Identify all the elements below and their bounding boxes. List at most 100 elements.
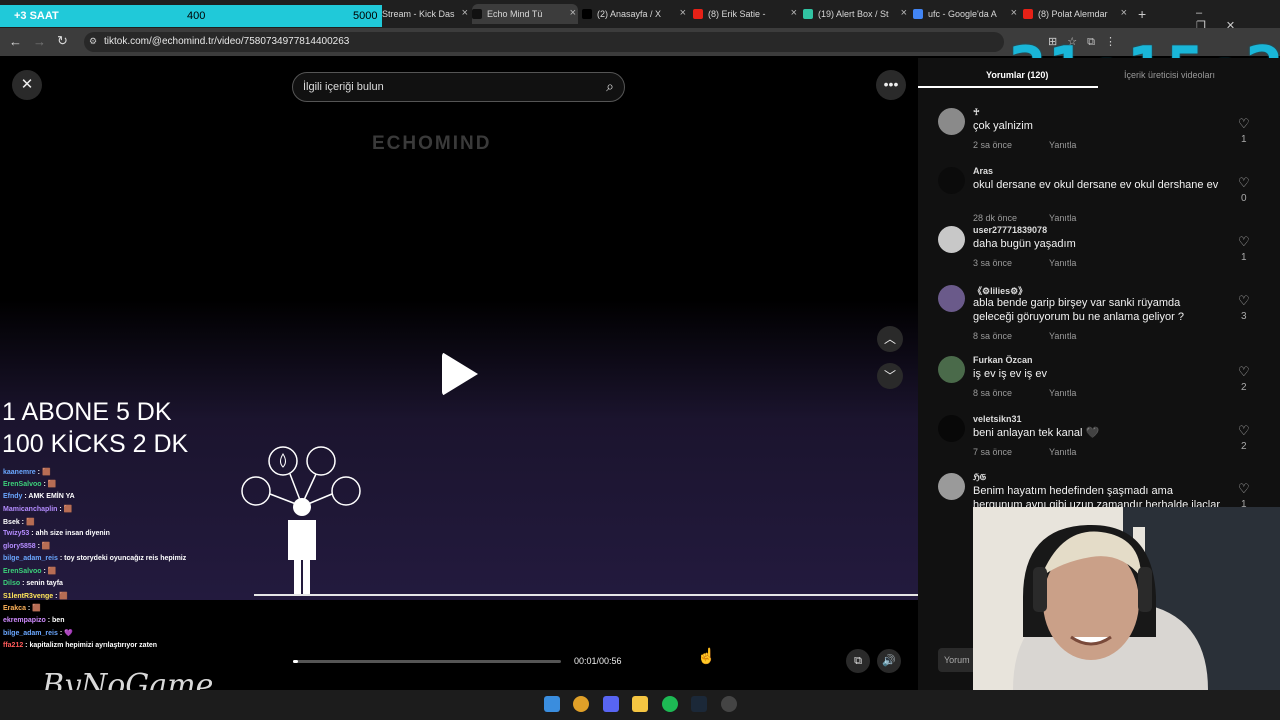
like-heart-icon[interactable]: ♡ <box>1238 116 1250 132</box>
spotify-icon[interactable] <box>662 696 678 712</box>
browser-tab[interactable]: (8) Polat Alemdar × <box>1023 4 1129 24</box>
chat-message: 🟫 <box>41 543 51 551</box>
reply-button[interactable]: Yanıtla <box>1049 140 1076 150</box>
chat-user: S1lentR3venge <box>3 593 54 600</box>
chat-message: ben <box>52 616 65 624</box>
person-illustration <box>241 446 361 594</box>
tab-close-icon[interactable]: × <box>462 7 468 19</box>
tab-favicon-icon <box>693 9 703 19</box>
browser-tab[interactable]: Echo Mind Tü × <box>472 4 578 24</box>
picture-in-picture-button[interactable]: ⧉ <box>846 649 870 673</box>
like-heart-icon[interactable]: ♡ <box>1238 364 1250 380</box>
avatar[interactable] <box>938 473 965 500</box>
comment-item: 《⚙lilies⚙》 abla bende garip birşey var sa… <box>938 285 1258 341</box>
windows-icon[interactable] <box>544 696 560 712</box>
avatar[interactable] <box>938 415 965 442</box>
obs-icon[interactable] <box>721 696 737 712</box>
chat-line: ErenSalvoo : 🟫 <box>3 480 56 488</box>
explorer-icon[interactable] <box>632 696 648 712</box>
avatar[interactable] <box>938 226 965 253</box>
chat-line: bilge_adam_reis : 💜 <box>3 629 73 637</box>
comment-author[interactable]: veletsikn31 <box>973 414 1022 424</box>
avatar[interactable] <box>938 108 965 135</box>
reply-button[interactable]: Yanıtla <box>1049 331 1076 341</box>
previous-video-button[interactable]: ︿ <box>877 326 903 352</box>
chat-message: AMK EMİN YA <box>28 492 75 500</box>
play-icon[interactable] <box>442 352 478 396</box>
chat-line: Mamicanchaplin : 🟫 <box>3 505 72 513</box>
saat-mid-value: 400 <box>187 10 206 22</box>
steam-icon[interactable] <box>691 696 707 712</box>
close-video-button[interactable]: ✕ <box>12 70 42 100</box>
comment-input[interactable]: Yorum <box>938 648 978 672</box>
reload-icon[interactable]: ↻ <box>57 33 68 49</box>
search-icon[interactable]: ⌕ <box>606 78 614 95</box>
saat-goal-bar: +3 SAAT 400 5000 <box>0 5 382 27</box>
reply-button[interactable]: Yanıtla <box>1049 258 1076 268</box>
new-tab-button[interactable]: + <box>1138 6 1146 22</box>
browser-tab[interactable]: Stream - Kick Das × <box>382 4 470 24</box>
tab-creator-videos[interactable]: İçerik üreticisi videoları <box>1124 70 1215 80</box>
comment-author[interactable]: ♰ <box>973 107 980 118</box>
chrome-icon[interactable] <box>573 696 589 712</box>
chat-user: ekrempapizo <box>3 616 46 624</box>
url-field[interactable]: tiktok.com/@echomind.tr/video/7580734977… <box>84 32 1004 52</box>
comment-author[interactable]: Furkan Özcan <box>973 355 1033 365</box>
chat-user: bilge_adam_reis <box>3 630 58 638</box>
browser-tab[interactable]: (19) Alert Box / St × <box>803 4 909 24</box>
site-info-icon[interactable]: ⚙ <box>89 36 97 47</box>
tab-label: Stream - Kick Das <box>382 9 455 19</box>
reply-button[interactable]: Yanıtla <box>1049 213 1076 223</box>
chat-user: Dilso <box>3 579 21 587</box>
back-icon[interactable]: ← <box>9 34 22 49</box>
tab-comments[interactable]: Yorumlar (120) <box>986 70 1048 80</box>
tab-favicon-icon <box>913 9 923 19</box>
tab-close-icon[interactable]: × <box>1121 7 1127 19</box>
comment-text: okul dersane ev okul dersane ev okul der… <box>973 179 1219 191</box>
reply-button[interactable]: Yanıtla <box>1049 447 1076 457</box>
search-input[interactable]: İlgili içeriği bulun <box>303 81 384 93</box>
comment-time: 7 sa önce <box>973 447 1013 457</box>
comment-author[interactable]: ℌ𝔊 <box>973 473 986 483</box>
tab-close-icon[interactable]: × <box>901 7 907 19</box>
browser-tab[interactable]: (8) Erik Satie - × <box>693 4 799 24</box>
tab-close-icon[interactable]: × <box>570 7 576 19</box>
avatar[interactable] <box>938 167 965 194</box>
reply-button[interactable]: Yanıtla <box>1049 388 1076 398</box>
like-heart-icon[interactable]: ♡ <box>1238 423 1250 439</box>
tab-close-icon[interactable]: × <box>791 7 797 19</box>
like-heart-icon[interactable]: ♡ <box>1238 481 1250 497</box>
next-video-button[interactable]: ﹀ <box>877 363 903 389</box>
discord-icon[interactable] <box>603 696 619 712</box>
like-heart-icon[interactable]: ♡ <box>1238 234 1250 250</box>
comment-time: 2 sa önce <box>973 140 1013 150</box>
like-heart-icon[interactable]: ♡ <box>1238 175 1250 191</box>
tab-close-icon[interactable]: × <box>1011 7 1017 19</box>
browser-tab[interactable]: (2) Anasayfa / X × <box>582 4 688 24</box>
video-progress-bar[interactable] <box>293 660 561 663</box>
tab-underline <box>918 86 1098 88</box>
chat-user: ffa212 <box>3 641 24 649</box>
comment-time: 8 sa önce <box>973 331 1013 341</box>
chat-line: Bsek : 🟫 <box>3 518 35 526</box>
chat-line: bilge_adam_reis : toy storydeki oyuncağı… <box>3 555 186 562</box>
chat-message: 🟫 <box>47 481 57 489</box>
avatar[interactable] <box>938 285 965 312</box>
browser-tab[interactable]: ufc - Google'da A × <box>913 4 1019 24</box>
search-box[interactable]: İlgili içeriği bulun ⌕ <box>292 72 625 102</box>
comment-text: çok yalnizim <box>973 120 1033 132</box>
forward-icon[interactable]: → <box>33 34 46 49</box>
chat-message: 🟫 <box>47 568 57 576</box>
minimize-icon[interactable]: – <box>1196 7 1222 19</box>
avatar[interactable] <box>938 356 965 383</box>
comment-input-label: Yorum <box>944 655 970 665</box>
tab-label: (8) Erik Satie - <box>708 9 766 19</box>
comment-author[interactable]: user27771839078 <box>973 225 1047 235</box>
like-heart-icon[interactable]: ♡ <box>1238 293 1250 309</box>
volume-button[interactable]: 🔊 <box>877 649 901 673</box>
tab-close-icon[interactable]: × <box>680 7 686 19</box>
comment-author[interactable]: Aras <box>973 166 993 176</box>
comment-text: abla bende garip birşey var sanki rüyamd… <box>973 297 1184 323</box>
more-options-button[interactable]: ••• <box>876 70 906 100</box>
comment-time: 3 sa önce <box>973 258 1013 268</box>
